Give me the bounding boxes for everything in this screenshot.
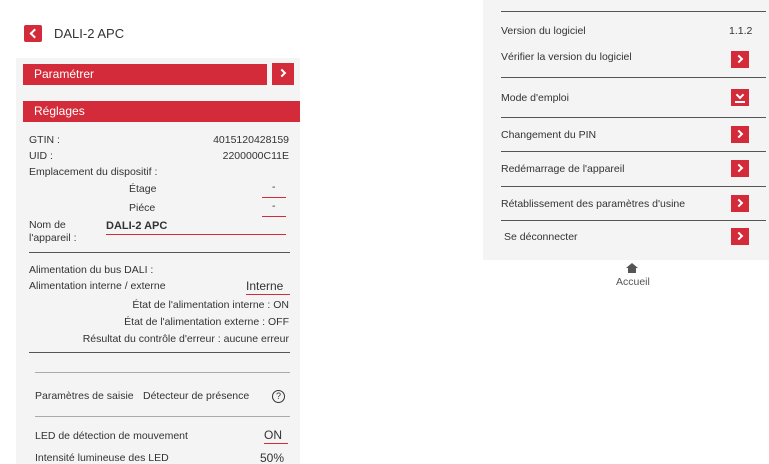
factory-reset-label: Rétablissement des paramètres d'usine [501, 198, 686, 210]
power-mode-underline [246, 294, 290, 295]
name-label-line1: Nom de [29, 219, 66, 231]
factory-reset-button[interactable] [731, 195, 749, 212]
chevron-right-icon [734, 198, 744, 208]
gtin-value: 4015120428159 [213, 134, 289, 146]
internal-power-state: État de l'alimentation interne : ON [132, 299, 289, 311]
change-pin-label: Changement du PIN [501, 129, 597, 141]
floor-value[interactable]: - [272, 181, 276, 193]
software-version-value: 1.1.2 [729, 25, 753, 37]
home-label[interactable]: Accueil [616, 276, 650, 288]
chevron-right-icon [734, 163, 744, 173]
name-label-line2: l'appareil : [29, 232, 77, 244]
divider [29, 252, 290, 253]
software-version-label: Version du logiciel [501, 25, 586, 37]
divider [35, 416, 290, 417]
room-value[interactable]: - [272, 200, 276, 212]
divider [501, 117, 766, 118]
change-pin-button[interactable] [731, 126, 749, 143]
uid-label: UID : [29, 150, 53, 162]
room-underline [262, 216, 286, 217]
restart-label: Redémarrage de l'appareil [501, 163, 625, 175]
floor-label: Étage [129, 183, 157, 195]
error-check-result: Résultat du contrôle d'erreur : aucune e… [82, 333, 289, 345]
power-mode-value[interactable]: Interne [246, 279, 283, 293]
divider [29, 352, 290, 353]
chevron-right-icon [734, 54, 744, 64]
check-version-label: Vérifier la version du logiciel [501, 51, 632, 63]
divider [501, 11, 766, 12]
device-menu-panel: Version du logiciel 1.1.2 Vérifier la ve… [483, 0, 769, 260]
uid-value: 2200000C11E [222, 150, 289, 162]
divider [501, 220, 766, 221]
presence-detector-label: Détecteur de présence [143, 390, 250, 402]
input-params-label: Paramètres de saisie [35, 390, 134, 402]
led-motion-underline [264, 443, 288, 444]
bus-power-label: Alimentation du bus DALI : [29, 264, 154, 276]
gtin-label: GTIN : [29, 134, 60, 146]
reglages-header: Réglages [23, 101, 300, 122]
parametrer-button[interactable] [272, 63, 294, 85]
download-icon [735, 90, 745, 100]
chevron-right-icon [277, 68, 287, 78]
help-icon[interactable]: ? [272, 390, 285, 403]
back-arrow-icon[interactable] [24, 25, 42, 42]
logout-label: Se déconnecter [504, 231, 578, 243]
restart-button[interactable] [731, 160, 749, 177]
divider [501, 77, 766, 78]
page-title: DALI-2 APC [54, 26, 125, 41]
led-motion-label: LED de détection de mouvement [35, 430, 188, 442]
manual-label: Mode d'emploi [501, 92, 569, 104]
manual-download-button[interactable] [731, 89, 749, 106]
location-label: Emplacement du dispositif : [29, 166, 158, 178]
chevron-right-icon [734, 129, 744, 139]
app-header: DALI-2 APC [16, 8, 300, 58]
led-motion-value[interactable]: ON [264, 428, 282, 442]
divider [501, 186, 766, 187]
floor-underline [262, 197, 286, 198]
external-power-state: État de l'alimentation externe : OFF [124, 316, 289, 328]
divider [35, 372, 290, 373]
check-version-button[interactable] [731, 51, 749, 68]
led-intensity-value[interactable]: 50% [260, 451, 284, 464]
logout-button[interactable] [731, 228, 749, 245]
home-icon[interactable] [626, 263, 638, 273]
name-underline [106, 234, 286, 235]
chevron-right-icon [734, 231, 744, 241]
device-name-input[interactable]: DALI-2 APC [106, 220, 167, 232]
power-mode-label: Alimentation interne / externe [29, 280, 166, 292]
divider [501, 151, 766, 152]
led-intensity-label: Intensité lumineuse des LED [35, 452, 169, 464]
room-label: Piéce [129, 202, 156, 214]
parametrer-header[interactable]: Paramétrer [23, 64, 267, 85]
settings-panel: DALI-2 APC Paramétrer Réglages GTIN : 40… [16, 8, 300, 464]
